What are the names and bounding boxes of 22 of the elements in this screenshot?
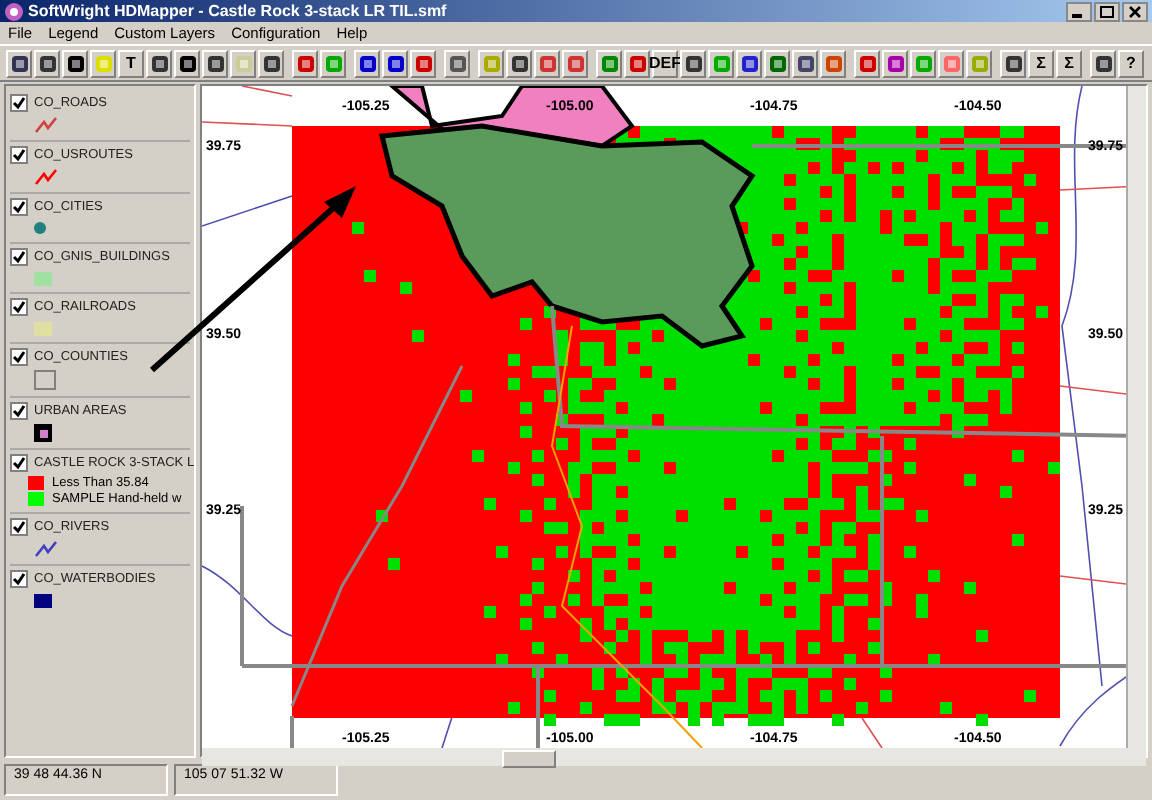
layer-checkbox[interactable] [10,248,28,266]
horizontal-scrollbar[interactable] [202,748,1146,766]
close-button[interactable] [1122,1,1148,21]
toolbar-button[interactable]: ? [1118,49,1144,77]
layer-checkbox[interactable] [10,146,28,164]
layer-checkbox[interactable] [10,402,28,420]
maximize-button[interactable] [1094,1,1120,21]
window-title: SoftWright HDMapper - Castle Rock 3-stack LR TIL.smf [28,2,449,20]
toolbar-button[interactable]: Σ [1056,49,1082,77]
toolbar-button[interactable]: Σ [1028,49,1054,77]
layer-checkbox[interactable] [10,94,28,112]
minimize-button[interactable] [1066,1,1092,21]
app-icon [4,1,24,21]
toolbar-button[interactable]: DEF [652,49,678,77]
layer-checkbox[interactable] [10,570,28,588]
layer-checkbox[interactable] [10,454,28,472]
layer-checkbox[interactable] [10,518,28,536]
layer-checkbox[interactable] [10,198,28,216]
toolbar-button[interactable]: T [118,49,144,77]
layer-checkbox[interactable] [10,298,28,316]
layer-checkbox[interactable] [10,348,28,366]
vertical-scrollbar[interactable] [1126,86,1146,748]
